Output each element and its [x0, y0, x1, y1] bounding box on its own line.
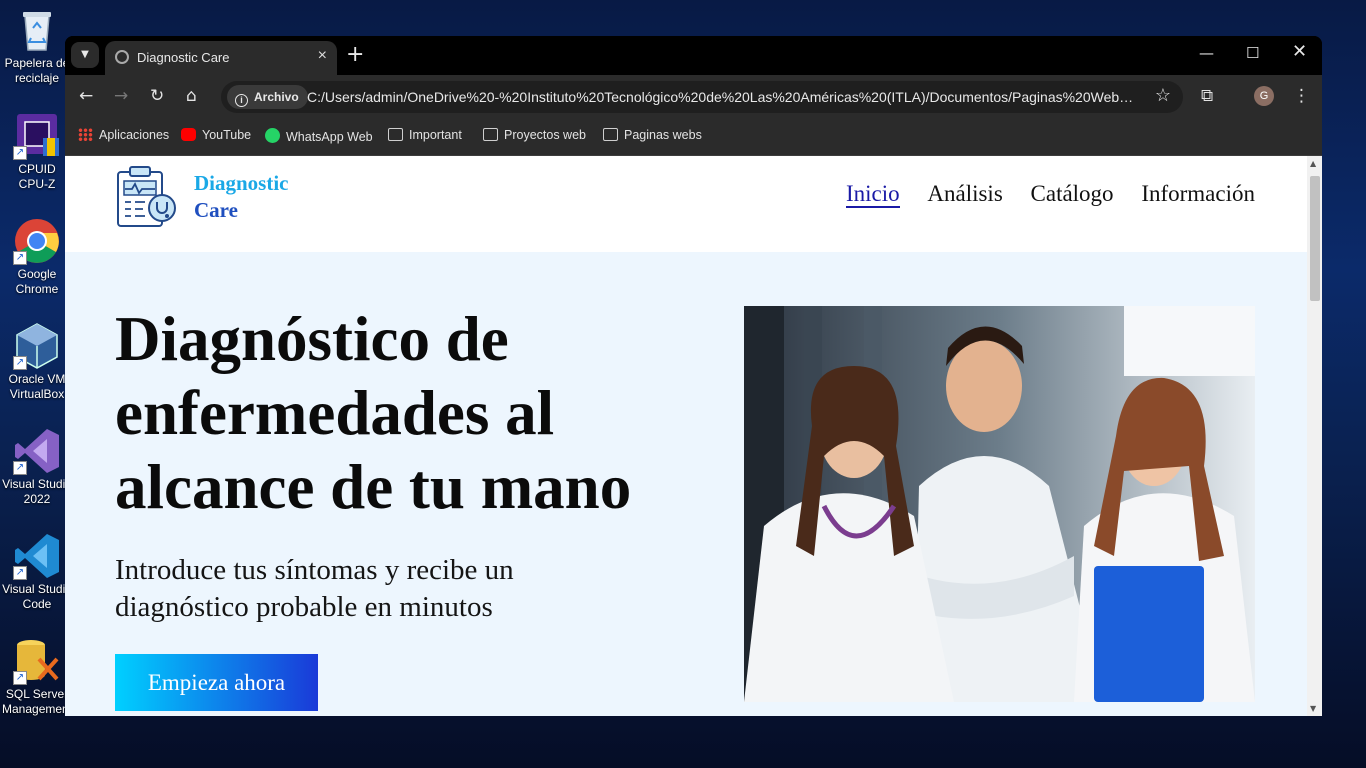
bookmark-folder-important[interactable]: Important	[388, 128, 462, 142]
bookmark-youtube[interactable]: YouTube	[181, 128, 251, 142]
shortcut-arrow-icon: ↗	[13, 671, 27, 685]
menu-kebab-icon[interactable]: ⋮	[1293, 86, 1310, 106]
desktop-icon-recycle-bin[interactable]: Papelera de reciclaje	[2, 6, 72, 86]
bookmark-star-icon[interactable]: ☆	[1155, 85, 1171, 106]
bookmark-folder-paginas-webs[interactable]: Paginas webs	[603, 128, 702, 142]
bookmark-label: YouTube	[202, 128, 252, 142]
bookmarks-bar: Aplicaciones YouTube WhatsApp Web Import…	[65, 119, 1322, 156]
desktop-icon-vscode[interactable]: ↗ Visual Studio Code	[2, 532, 72, 612]
page-scrollbar[interactable]: ▲ ▼	[1307, 156, 1322, 716]
url-text: C:/Users/admin/OneDrive%20-%20Instituto%…	[307, 89, 1137, 105]
folder-icon	[603, 128, 618, 141]
bookmark-label: Important	[409, 128, 462, 142]
nav-link-inicio[interactable]: Inicio	[845, 181, 900, 208]
sql-server-icon: ↗	[13, 637, 61, 685]
shortcut-arrow-icon: ↗	[13, 461, 27, 475]
bookmark-label: Proyectos web	[504, 128, 586, 142]
desktop-icon-visual-studio[interactable]: ↗ Visual Studio 2022	[2, 427, 72, 507]
forward-icon[interactable]: →	[114, 86, 128, 106]
home-icon[interactable]: ⌂	[186, 86, 197, 106]
shortcut-arrow-icon: ↗	[13, 251, 27, 265]
profile-avatar[interactable]: G	[1254, 86, 1274, 106]
maximize-icon[interactable]: ☐	[1246, 44, 1259, 62]
desktop-icon-label: Visual Studio Code	[2, 582, 72, 611]
back-icon[interactable]: ←	[79, 86, 93, 106]
clipboard-stethoscope-icon[interactable]	[115, 164, 179, 228]
shortcut-arrow-icon: ↗	[13, 566, 27, 580]
extensions-icon[interactable]: ⧉	[1201, 86, 1213, 106]
recycle-bin-icon	[13, 6, 61, 54]
desktop-icons: Papelera de reciclaje ↗ CPUID CPU-Z ↗ Go…	[0, 0, 72, 768]
scrollbar-thumb[interactable]	[1310, 176, 1320, 301]
desktop-icon-label: Google Chrome	[15, 267, 59, 296]
browser-toolbar: ← → ↻ ⌂ i Archivo C:/Users/admin/OneDrive…	[65, 75, 1322, 119]
hero-title: Diagnóstico de enfermedades al alcance d…	[115, 304, 632, 522]
globe-icon	[115, 50, 129, 64]
desktop-icon-label: CPUID CPU-Z	[18, 162, 56, 191]
tab-diagnostic-care[interactable]: Diagnostic Care ×	[105, 41, 337, 75]
site-header: Diagnostic Care Inicio Análisis Catálogo…	[65, 156, 1307, 252]
bookmark-label: WhatsApp Web	[286, 130, 373, 144]
desktop-icon-virtualbox[interactable]: ↗ Oracle VM VirtualBox	[2, 322, 72, 402]
shortcut-arrow-icon: ↗	[13, 356, 27, 370]
chrome-icon: ↗	[13, 217, 61, 265]
minimize-icon[interactable]: —	[1199, 44, 1214, 62]
vscode-icon: ↗	[13, 532, 61, 580]
desktop-icon-label: Papelera de reciclaje	[4, 56, 70, 85]
bookmark-label: Aplicaciones	[99, 128, 170, 142]
new-tab-button[interactable]: +	[346, 42, 364, 67]
address-bar[interactable]: i Archivo C:/Users/admin/OneDrive%20-%20I…	[221, 81, 1183, 113]
visual-studio-icon: ↗	[13, 427, 61, 475]
bookmark-folder-proyectos-web[interactable]: Proyectos web	[483, 128, 586, 142]
cpu-z-icon: ↗	[13, 112, 61, 160]
doctors-photo	[744, 306, 1255, 702]
scroll-down-icon[interactable]: ▼	[1310, 704, 1316, 713]
site-info-label: Archivo	[254, 90, 299, 104]
main-nav: Inicio Análisis Catálogo Información	[824, 181, 1255, 208]
hero-subtitle: Introduce tus síntomas y recibe un diagn…	[115, 554, 514, 623]
scroll-up-icon[interactable]: ▲	[1310, 159, 1316, 168]
tab-title: Diagnostic Care	[137, 50, 230, 65]
virtualbox-icon: ↗	[13, 322, 61, 370]
start-now-button[interactable]: Empieza ahora	[115, 654, 318, 711]
nav-link-catalogo[interactable]: Catálogo	[1031, 181, 1114, 207]
tab-search-button[interactable]: ▼	[71, 42, 99, 68]
close-tab-icon[interactable]: ×	[318, 47, 327, 65]
whatsapp-icon	[265, 128, 280, 143]
desktop-icon-cpu-z[interactable]: ↗ CPUID CPU-Z	[2, 112, 72, 192]
folder-icon	[483, 128, 498, 141]
hero-section: Diagnóstico de enfermedades al alcance d…	[65, 252, 1307, 716]
bookmark-aplicaciones[interactable]: Aplicaciones	[78, 128, 169, 142]
bookmark-whatsapp[interactable]: WhatsApp Web	[265, 128, 373, 144]
info-icon: i	[235, 94, 248, 107]
bookmark-label: Paginas webs	[624, 128, 702, 142]
site-info-chip[interactable]: i Archivo	[227, 85, 308, 109]
folder-icon	[388, 128, 403, 141]
brand-name[interactable]: Diagnostic Care	[194, 170, 289, 224]
tab-strip: ▼ Diagnostic Care × + — ☐ ✕	[65, 36, 1322, 75]
desktop-icon-chrome[interactable]: ↗ Google Chrome	[2, 217, 72, 297]
desktop-icon-label: Oracle VM VirtualBox	[8, 372, 66, 401]
shortcut-arrow-icon: ↗	[13, 146, 27, 160]
apps-grid-icon	[78, 128, 93, 141]
desktop-icon-sql-server[interactable]: ↗ SQL Server Management	[2, 637, 72, 717]
desktop-icon-label: SQL Server Management	[2, 687, 72, 716]
youtube-icon	[181, 128, 196, 141]
chevron-down-icon: ▼	[81, 49, 89, 60]
desktop-icon-label: Visual Studio 2022	[2, 477, 72, 506]
reload-icon[interactable]: ↻	[150, 86, 164, 106]
window-close-icon[interactable]: ✕	[1292, 41, 1307, 62]
browser-window: ▼ Diagnostic Care × + — ☐ ✕ ← → ↻ ⌂ i Arc…	[65, 36, 1322, 716]
brand-line-1: Diagnostic	[194, 171, 289, 195]
nav-link-analisis[interactable]: Análisis	[927, 181, 1002, 207]
page-viewport[interactable]: Diagnostic Care Inicio Análisis Catálogo…	[65, 156, 1322, 716]
brand-line-2: Care	[194, 198, 238, 222]
nav-link-informacion[interactable]: Información	[1141, 181, 1255, 207]
